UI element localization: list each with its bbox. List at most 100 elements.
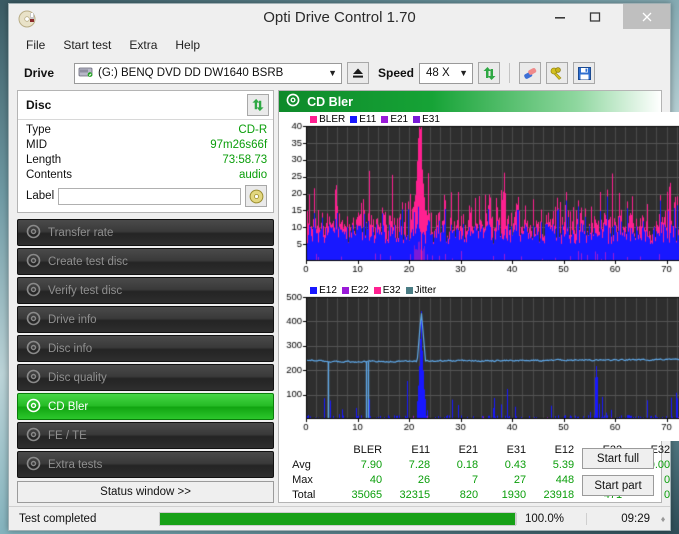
stats-cell: 5.39 — [552, 458, 575, 471]
disc-label-input[interactable] — [58, 187, 242, 205]
stats-col-bler: BLER — [353, 443, 383, 456]
cd-label-button[interactable] — [245, 185, 268, 207]
legend-label: BLER — [319, 114, 346, 125]
disc-icon — [26, 282, 41, 300]
status-text: Test completed — [19, 512, 97, 525]
legend-swatch — [413, 116, 421, 123]
drive-value: (G:) BENQ DVD DD DW1640 BSRB — [98, 67, 284, 79]
disc-row-mid: MID 97m26s66f — [26, 138, 267, 153]
eject-button[interactable] — [347, 62, 369, 84]
legend-label: E12 — [319, 284, 337, 296]
test-button-label: FE / TE — [48, 429, 87, 442]
legend-item-e21: E21 — [381, 114, 408, 125]
stats-cell: 0.18 — [456, 458, 479, 471]
disc-refresh-button[interactable] — [247, 94, 270, 116]
stats-cell: 23918 — [543, 488, 575, 501]
stats-col-e11: E11 — [411, 443, 431, 456]
menu-item-extra[interactable]: Extra — [120, 36, 166, 54]
stats-cell — [673, 487, 679, 502]
speed-label: Speed — [378, 66, 415, 80]
disc-row-type: Type CD-R — [26, 123, 267, 138]
legend-swatch — [310, 286, 318, 294]
legend-item-bler: BLER — [310, 114, 345, 125]
test-button-transfer-rate[interactable]: Transfer rate — [17, 219, 275, 246]
keys-button[interactable] — [546, 62, 569, 84]
chevron-down-icon: ▼ — [459, 68, 469, 78]
legend-item-e22: E22 — [341, 285, 369, 296]
legend-swatch — [341, 286, 349, 294]
menu-item-start-test[interactable]: Start test — [54, 36, 120, 54]
legend-label: E11 — [359, 114, 377, 125]
test-button-verify-test-disc[interactable]: Verify test disc — [17, 277, 275, 304]
drive-icon — [78, 65, 93, 82]
disc-icon — [26, 224, 41, 242]
erase-button[interactable] — [519, 62, 542, 84]
stats-cell: 820 — [459, 488, 479, 501]
test-button-disc-quality[interactable]: Disc quality — [17, 364, 275, 391]
speed-select[interactable]: 48 X ▼ — [419, 62, 474, 84]
minimize-button[interactable] — [542, 4, 577, 29]
disc-row-key: MID — [26, 139, 48, 151]
chevron-down-icon: ▼ — [328, 68, 337, 78]
legend-label: E31 — [422, 114, 440, 125]
resize-grip-icon[interactable]: ♦ — [656, 514, 670, 524]
stats-cell: 7.28 — [408, 458, 431, 471]
disc-title: Disc — [26, 98, 52, 112]
bler-chart-legend: BLER E11 E21 E31 — [310, 114, 440, 125]
legend-item-e12: E12 — [310, 285, 337, 296]
stats-corner — [289, 442, 337, 457]
test-button-fe-te[interactable]: FE / TE — [17, 422, 275, 449]
legend-swatch — [381, 116, 389, 123]
stats-row-label: Avg — [292, 458, 311, 471]
e12-jitter-chart: E12 E22 E32 Jitter — [279, 282, 679, 441]
refresh-button[interactable] — [478, 62, 501, 84]
stats-cell: 35065 — [351, 488, 383, 501]
stats-cell: 0.43 — [504, 458, 527, 471]
right-panel: CD Bler BLER E11 E21 E31 E12 E22 E32 Jit… — [278, 90, 679, 503]
drive-select[interactable]: (G:) BENQ DVD DD DW1640 BSRB ▼ — [74, 62, 342, 84]
save-button[interactable] — [573, 62, 596, 84]
close-button[interactable] — [623, 4, 670, 29]
stats-cell: 448 — [555, 473, 575, 486]
legend-swatch — [310, 116, 318, 123]
menu-item-help[interactable]: Help — [166, 36, 209, 54]
main-body: Disc Type CD-R MID 97m26s66f Length 73:5… — [9, 90, 679, 506]
test-button-label: Transfer rate — [48, 226, 114, 239]
test-button-label: Drive info — [48, 313, 97, 326]
maximize-button[interactable] — [577, 4, 612, 29]
start-full-button[interactable]: Start full — [582, 448, 654, 470]
stats-cell: 27 — [513, 473, 527, 486]
legend-item-e31: E31 — [413, 114, 440, 125]
legend-label: E32 — [382, 284, 401, 296]
disc-label-row: Label — [26, 185, 268, 207]
stats-cell: 7 — [472, 473, 479, 486]
test-button-drive-info[interactable]: Drive info — [17, 306, 275, 333]
drive-toolbar: Drive (G:) BENQ DVD DD DW1640 BSRB ▼ Spe… — [9, 56, 670, 90]
disc-icon — [26, 369, 41, 387]
statistics-table: BLER E11 E21 E31 E12 E22 E32 Jitter Avg … — [279, 440, 670, 502]
test-button-cd-bler[interactable]: CD Bler — [17, 393, 275, 420]
start-part-button[interactable]: Start part — [582, 475, 654, 497]
progress-fill — [160, 512, 515, 525]
stats-cell: 11.0% — [673, 472, 679, 487]
test-button-disc-info[interactable]: Disc info — [17, 335, 275, 362]
test-button-extra-tests[interactable]: Extra tests — [17, 451, 275, 478]
legend-swatch — [350, 116, 358, 123]
e12-jitter-chart-legend: E12 E22 E32 Jitter — [310, 285, 436, 296]
stats-col-e12: E12 — [554, 443, 575, 456]
status-window-button[interactable]: Status window >> — [17, 481, 275, 503]
stats-cell: 9.73% — [673, 457, 679, 472]
disc-icon — [26, 427, 41, 445]
menu-bar: File Start test Extra Help — [9, 34, 670, 56]
status-bar: Test completed 100.0% 09:29 ♦ — [9, 506, 670, 530]
menu-item-file[interactable]: File — [17, 36, 54, 54]
disc-icon — [286, 93, 300, 110]
legend-label: E21 — [390, 114, 409, 125]
disc-label-key: Label — [26, 190, 55, 202]
toolbar-divider — [509, 63, 511, 83]
progress-percent: 100.0% — [516, 512, 586, 525]
test-button-create-test-disc[interactable]: Create test disc — [17, 248, 275, 275]
disc-row-key: Length — [26, 154, 62, 166]
test-button-label: Verify test disc — [48, 284, 123, 297]
stats-col-jitter: Jitter — [673, 442, 679, 457]
